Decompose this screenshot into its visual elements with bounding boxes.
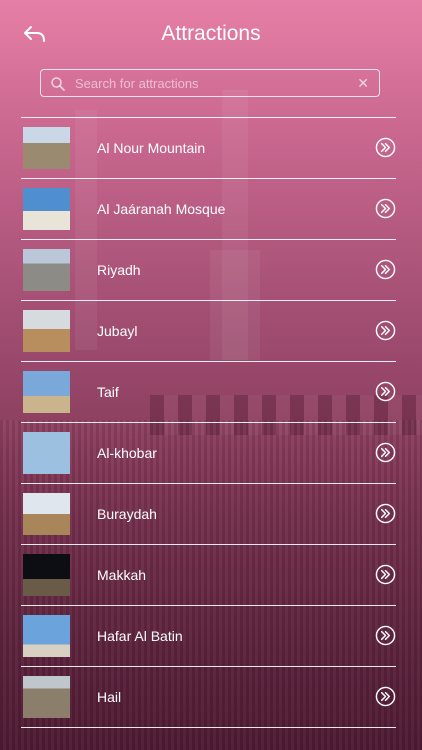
chevron-right-icon[interactable] [375, 198, 396, 219]
list-item[interactable]: Hafar Al Batin [21, 606, 396, 667]
list-item[interactable]: Riyadh [21, 240, 396, 301]
list-item[interactable]: Al Nour Mountain [21, 118, 396, 179]
attraction-name: Jubayl [97, 323, 138, 339]
list-item[interactable]: Al-khobar [21, 423, 396, 484]
attraction-thumbnail [23, 127, 70, 169]
attraction-thumbnail [23, 371, 70, 413]
list-item[interactable]: Al Jaáranah Mosque [21, 179, 396, 240]
attractions-list: Al Nour Mountain Al Jaáranah Mosque Riya… [21, 117, 396, 728]
chevron-right-icon[interactable] [375, 381, 396, 402]
attraction-name: Al-khobar [97, 445, 157, 461]
clear-search-icon[interactable]: ✕ [357, 74, 369, 92]
attraction-name: Makkah [97, 567, 147, 583]
search-icon [51, 77, 65, 91]
chevron-right-icon[interactable] [375, 625, 396, 646]
attraction-thumbnail [23, 249, 70, 291]
attraction-thumbnail [23, 676, 70, 718]
search-input[interactable] [75, 73, 345, 93]
attraction-name: Hafar Al Batin [97, 628, 183, 644]
attraction-name: Taif [97, 384, 119, 400]
list-item[interactable]: Taif [21, 362, 396, 423]
chevron-right-icon[interactable] [375, 320, 396, 341]
nav-bar: Attractions [0, 0, 422, 68]
list-item[interactable]: Buraydah [21, 484, 396, 545]
attraction-name: Al Jaáranah Mosque [97, 201, 226, 217]
attraction-name: Riyadh [97, 262, 141, 278]
chevron-right-icon[interactable] [375, 564, 396, 585]
attraction-name: Buraydah [97, 506, 157, 522]
attraction-thumbnail [23, 493, 70, 535]
search-bar: ✕ [40, 69, 380, 97]
chevron-right-icon[interactable] [375, 259, 396, 280]
chevron-right-icon[interactable] [375, 686, 396, 707]
list-item[interactable]: Hail [21, 667, 396, 728]
attraction-name: Hail [97, 689, 122, 705]
attraction-thumbnail [23, 554, 70, 596]
list-item[interactable]: Jubayl [21, 301, 396, 362]
attraction-name: Al Nour Mountain [97, 140, 206, 156]
attraction-thumbnail [23, 432, 70, 474]
attraction-thumbnail [23, 615, 70, 657]
chevron-right-icon[interactable] [375, 442, 396, 463]
chevron-right-icon[interactable] [375, 137, 396, 158]
list-item[interactable]: Makkah [21, 545, 396, 606]
chevron-right-icon[interactable] [375, 503, 396, 524]
attraction-thumbnail [23, 310, 70, 352]
page-title: Attractions [161, 22, 261, 45]
attraction-thumbnail [23, 188, 70, 230]
